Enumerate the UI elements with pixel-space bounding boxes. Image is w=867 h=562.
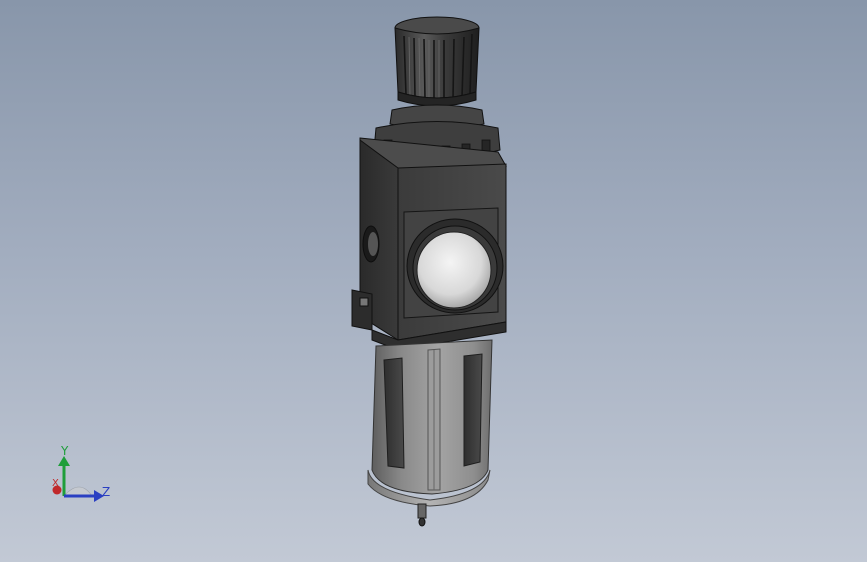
drain-valve[interactable] xyxy=(417,503,427,527)
z-axis-label: Z xyxy=(102,485,111,499)
pressure-gauge[interactable] xyxy=(406,218,504,314)
y-axis-label: Y xyxy=(61,444,69,458)
orientation-triad[interactable]: Y Z X xyxy=(40,440,120,510)
filter-bowl[interactable] xyxy=(367,339,493,507)
axis-triad-icon xyxy=(52,456,104,502)
adjustment-knob[interactable] xyxy=(394,16,480,107)
graphics-viewport[interactable]: Y Z X xyxy=(0,0,867,562)
x-axis-label: X xyxy=(52,478,59,489)
filter-regulator-model[interactable] xyxy=(0,0,867,562)
